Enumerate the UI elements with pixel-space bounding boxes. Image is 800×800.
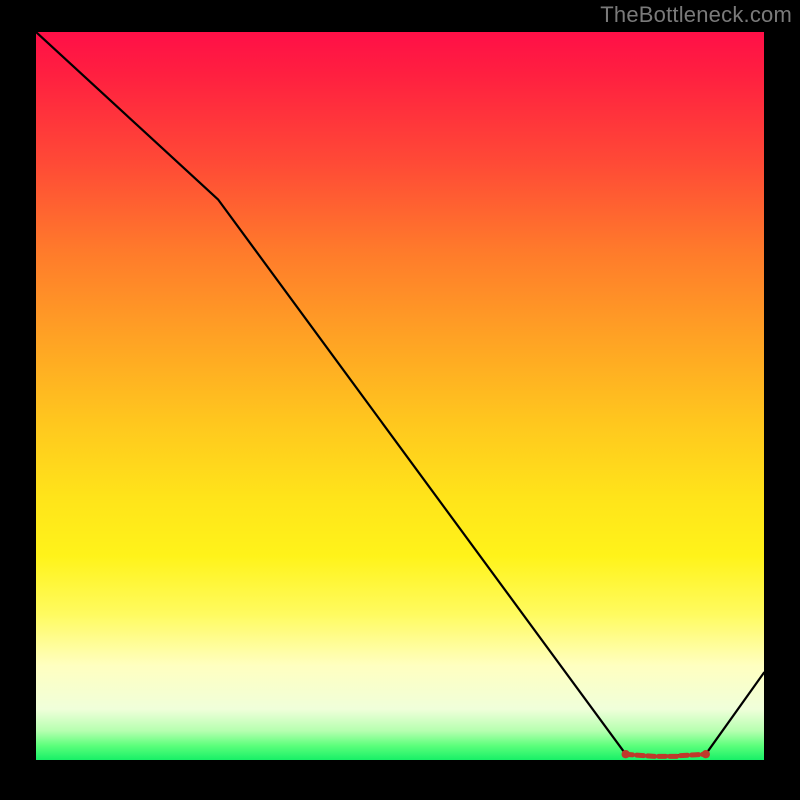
canvas: TheBottleneck.com [0,0,800,800]
plot-gradient-background [36,32,764,760]
attribution-label: TheBottleneck.com [600,2,792,28]
plot-outer [36,32,764,760]
